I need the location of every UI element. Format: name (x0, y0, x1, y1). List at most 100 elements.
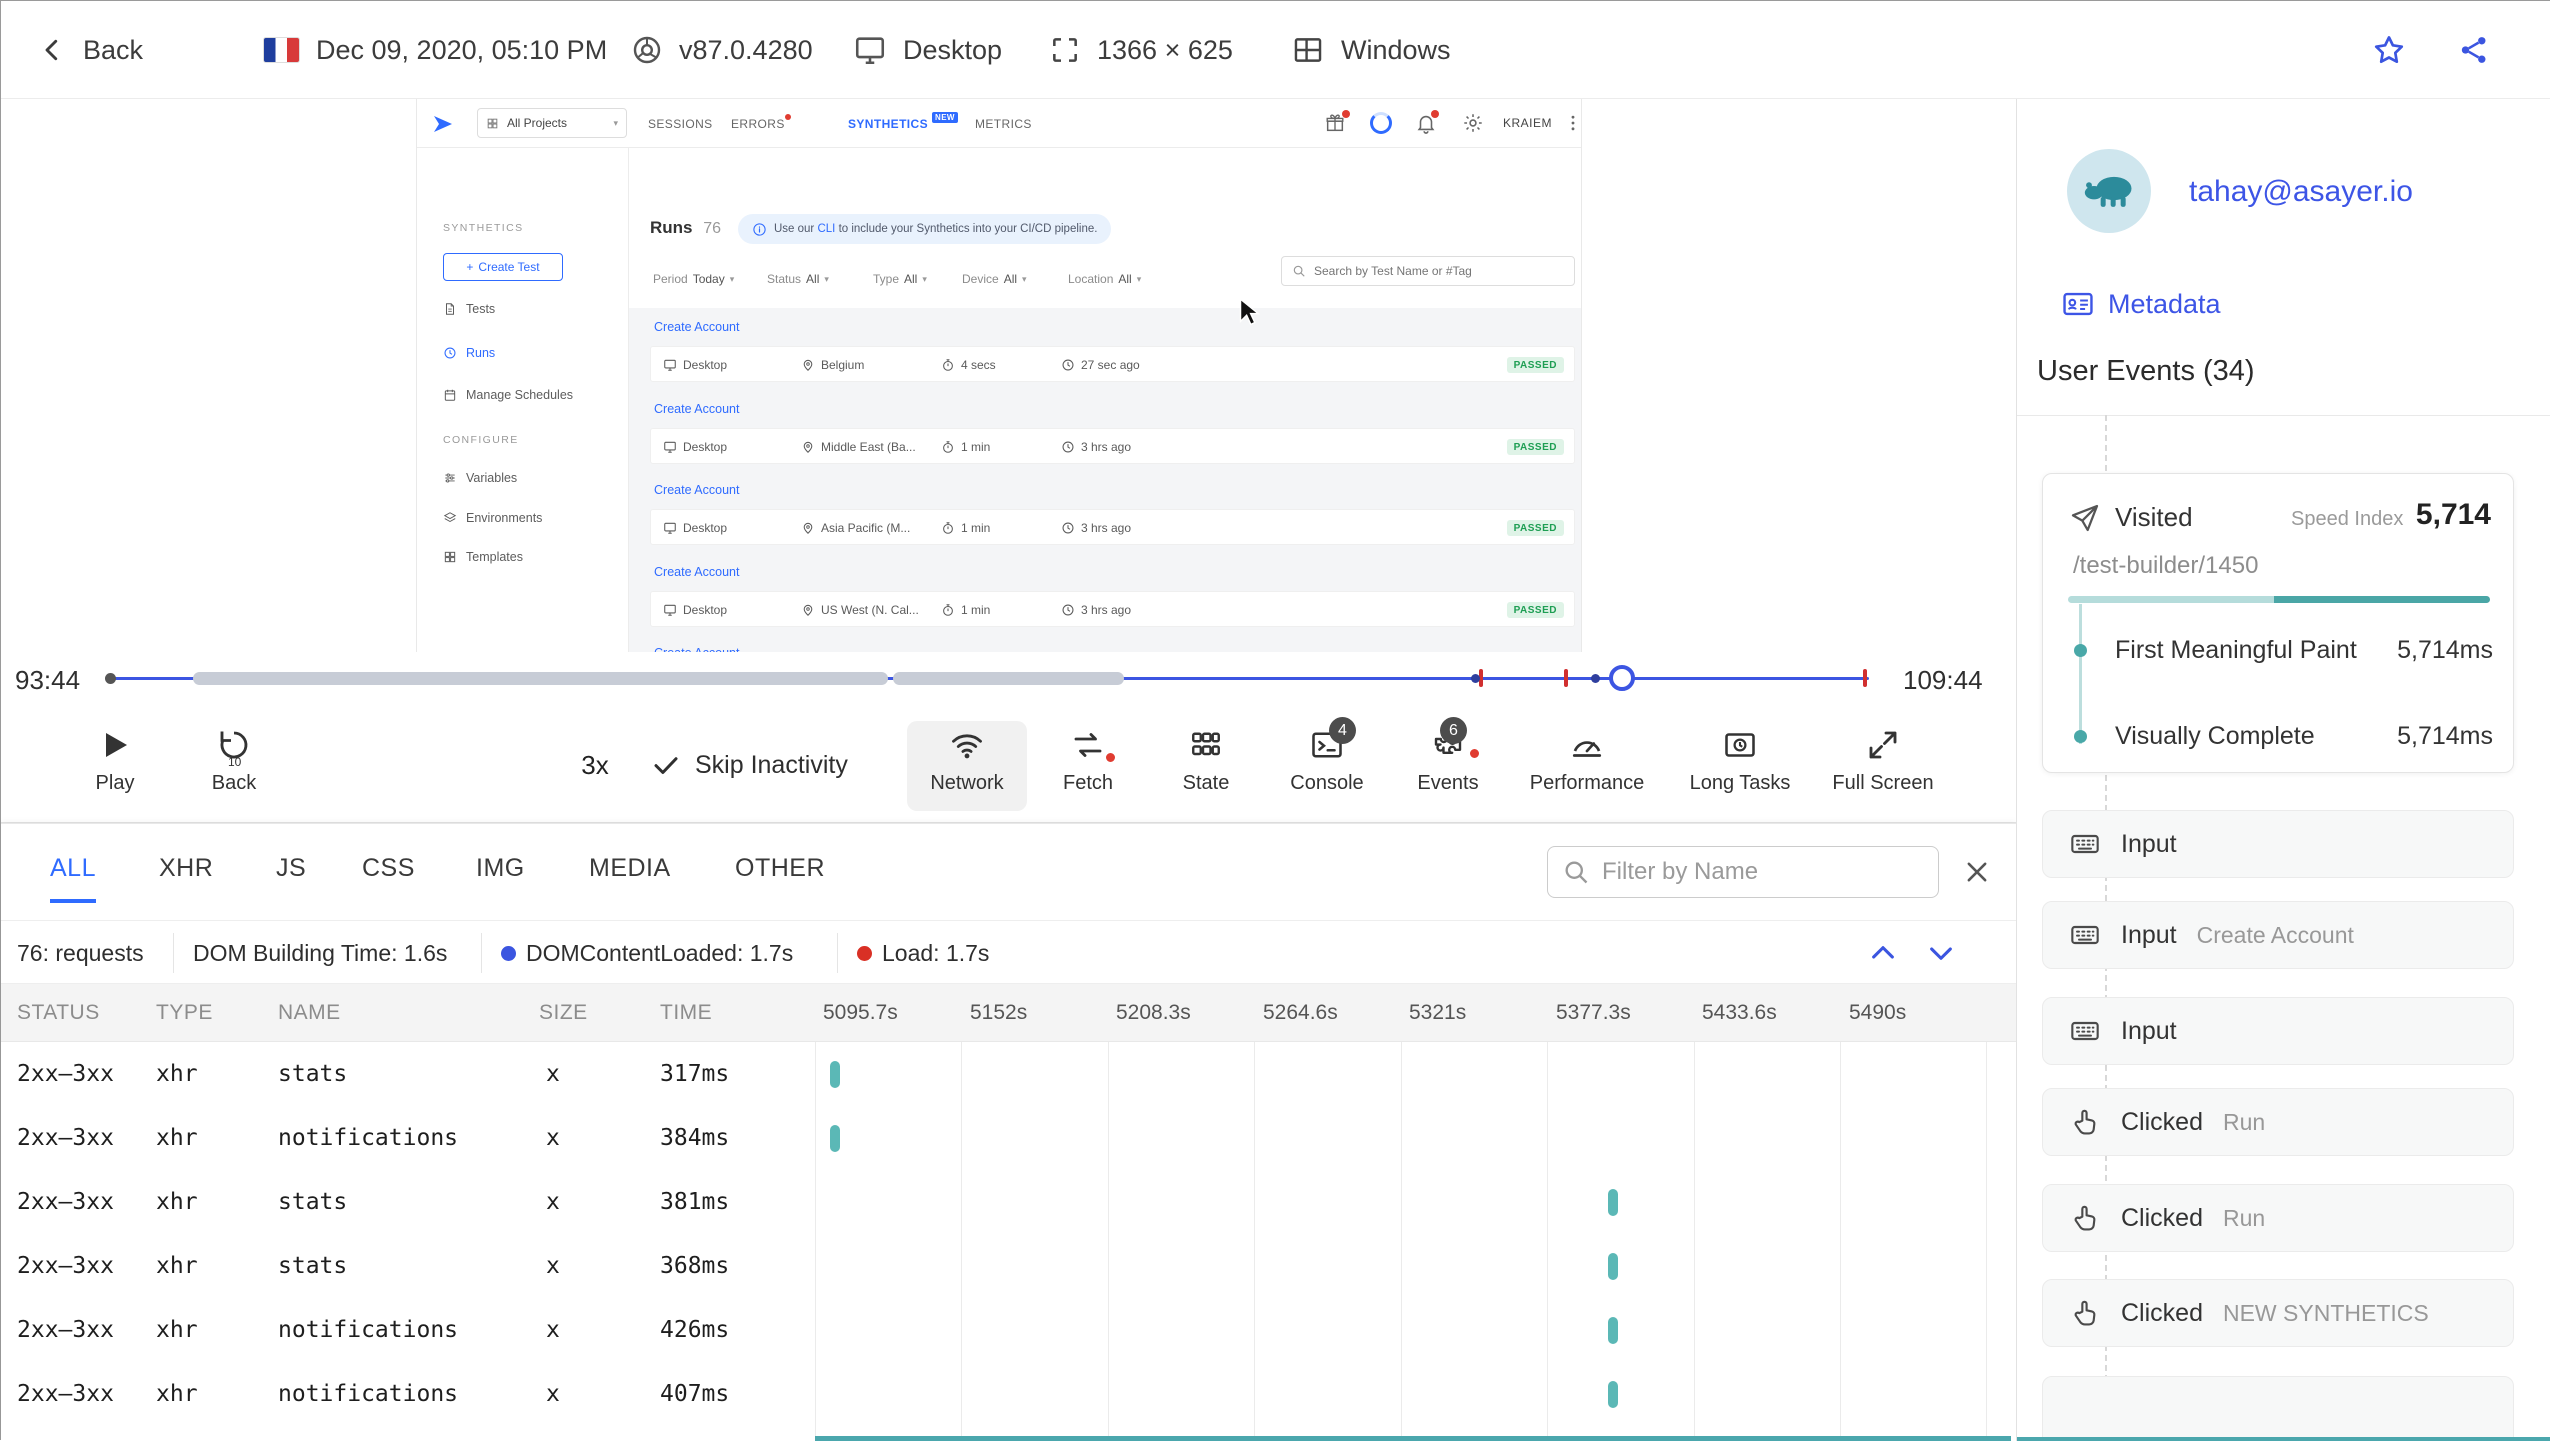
visited-url: /test-builder/1450 (2073, 552, 2258, 580)
back-10s-button[interactable]: 10 Back (174, 721, 294, 811)
timer-icon (941, 521, 955, 535)
monitor-icon (853, 33, 887, 67)
col-type: TYPE (156, 984, 213, 1042)
network-panel: ALL XHR JS CSS IMG MEDIA OTHER 76: reque… (1, 823, 2016, 1441)
dom-content-loaded: DOMContentLoaded: 1.7s (501, 921, 793, 985)
jump-next-icon[interactable] (1925, 937, 1957, 969)
visited-event-card[interactable]: Visited Speed Index 5,714 /test-builder/… (2042, 473, 2514, 773)
full-screen-button[interactable]: Full Screen (1823, 721, 1943, 811)
close-panel-icon[interactable] (1963, 858, 1991, 886)
partial-event-card[interactable] (2042, 1376, 2514, 1441)
request-bar (830, 1061, 840, 1088)
tab-metrics: METRICS (975, 99, 1032, 148)
time-tick: 5433.6s (1702, 984, 1777, 1042)
clock-icon (1061, 521, 1075, 535)
fetch-panel-button[interactable]: Fetch (1028, 721, 1148, 811)
request-row[interactable]: 2xx–3xxxhr notificationsx 426ms (1, 1298, 2016, 1362)
browser-version-label: v87.0.4280 (679, 35, 813, 66)
session-date-label: Dec 09, 2020, 05:10 PM (316, 35, 607, 66)
project-selector-label: All Projects (507, 116, 567, 130)
jump-prev-icon[interactable] (1867, 937, 1899, 969)
metadata-button[interactable]: Metadata (2061, 287, 2221, 321)
run-test-link: Create Account (650, 483, 1575, 497)
tab-other[interactable]: OTHER (735, 854, 825, 899)
sidebar-item-environments: Environments (443, 504, 542, 532)
chevron-down-icon: ▾ (613, 118, 618, 129)
speedometer-icon (1569, 727, 1605, 763)
click-event-card[interactable]: Clicked NEW SYNTHETICS (2042, 1279, 2514, 1347)
waterfall-scroll-indicator[interactable] (815, 1436, 2011, 1441)
recorded-app-topbar: All Projects ▾ SESSIONS ERRORS SYNTHETIC… (417, 99, 1581, 148)
grid-icon (443, 550, 457, 564)
requests-count: 76: requests (17, 921, 144, 985)
run-test-link: Create Account (650, 565, 1575, 579)
status-badge: PASSED (1507, 357, 1564, 373)
replay-viewport[interactable]: All Projects ▾ SESSIONS ERRORS SYNTHETIC… (1, 99, 2016, 652)
state-grid-icon (1188, 727, 1224, 763)
request-row[interactable]: 2xx–3xxxhr statsx 381ms (1, 1170, 2016, 1234)
filter-input[interactable] (1602, 858, 1902, 886)
timeline-track[interactable] (111, 677, 1869, 680)
load-time: Load: 1.7s (857, 921, 989, 985)
layers-icon (443, 511, 457, 525)
tab-media[interactable]: MEDIA (589, 854, 671, 899)
alert-dot (1342, 110, 1350, 118)
col-time: TIME (660, 984, 712, 1042)
run-group: Create Account Desktop Asia Pacific (M..… (650, 483, 1575, 497)
tab-xhr[interactable]: XHR (159, 854, 213, 899)
recorded-cursor-icon (1237, 297, 1264, 328)
input-event-card[interactable]: Input Create Account (2042, 901, 2514, 969)
player-controls: Play 10 Back 3x Skip Inactivity Network … (1, 707, 2016, 823)
create-test-button: +Create Test (443, 253, 563, 281)
share-icon[interactable] (2457, 33, 2491, 67)
metric-dot (2074, 644, 2087, 657)
runs-count: 76 (703, 220, 721, 237)
sidebar-item-variables: Variables (443, 464, 517, 492)
resolution-label: 1366 × 625 (1097, 35, 1233, 66)
sidebar-item-tests: Tests (443, 295, 495, 323)
time-tick: 5264.6s (1263, 984, 1338, 1042)
request-row[interactable]: 2xx–3xxxhr statsx 317ms (1, 1042, 2016, 1106)
click-event-card[interactable]: Clicked Run (2042, 1184, 2514, 1252)
long-tasks-panel-button[interactable]: Long Tasks (1680, 721, 1800, 811)
run-row: Desktop Asia Pacific (M... 1 min 3 hrs a… (650, 509, 1575, 545)
tab-css[interactable]: CSS (362, 854, 415, 899)
input-event-card[interactable]: Input (2042, 810, 2514, 878)
input-event-card[interactable]: Input (2042, 997, 2514, 1065)
tab-img[interactable]: IMG (476, 854, 525, 899)
os-label: Windows (1341, 35, 1451, 66)
tab-js[interactable]: JS (276, 854, 306, 899)
request-row[interactable]: 2xx–3xxxhr statsx 368ms (1, 1234, 2016, 1298)
back-button[interactable]: Back (37, 1, 143, 99)
events-panel-button[interactable]: 6 Events (1388, 721, 1508, 811)
request-row[interactable]: 2xx–3xxxhr notificationsx 407ms (1, 1362, 2016, 1426)
state-panel-button[interactable]: State (1146, 721, 1266, 811)
click-event-card[interactable]: Clicked Run (2042, 1088, 2514, 1156)
user-sidebar: tahay@asayer.io Metadata User Events (34… (2016, 99, 2550, 1441)
inactivity-bar (193, 672, 888, 685)
fetch-icon (1070, 727, 1106, 763)
console-panel-button[interactable]: 4 Console (1267, 721, 1387, 811)
pin-icon (801, 440, 815, 454)
request-bar (1608, 1189, 1618, 1216)
play-button[interactable]: Play (55, 721, 175, 811)
performance-panel-button[interactable]: Performance (1527, 721, 1647, 811)
chevron-left-icon (37, 35, 67, 65)
sidebar-item-manage-schedules: Manage Schedules (443, 381, 573, 409)
metric-dot (2074, 730, 2087, 743)
skip-inactivity-toggle[interactable]: Skip Inactivity (651, 707, 848, 823)
col-name: NAME (278, 984, 341, 1042)
timer-icon (941, 358, 955, 372)
dcl-dot (501, 946, 516, 961)
tab-all[interactable]: ALL (50, 854, 96, 903)
speed-index-value: 5,714 (2416, 498, 2491, 532)
playhead[interactable] (1609, 665, 1635, 691)
speed-toggle[interactable]: 3x (555, 707, 635, 823)
loading-spinner-icon (1370, 112, 1392, 134)
filter-type: TypeAll▾ (873, 268, 927, 290)
events-alert-dot (1468, 747, 1481, 760)
fetch-alert-dot (1104, 751, 1117, 764)
request-row[interactable]: 2xx–3xxxhr notificationsx 384ms (1, 1106, 2016, 1170)
network-panel-button[interactable]: Network (907, 721, 1027, 811)
favorite-star-icon[interactable] (2371, 32, 2407, 68)
